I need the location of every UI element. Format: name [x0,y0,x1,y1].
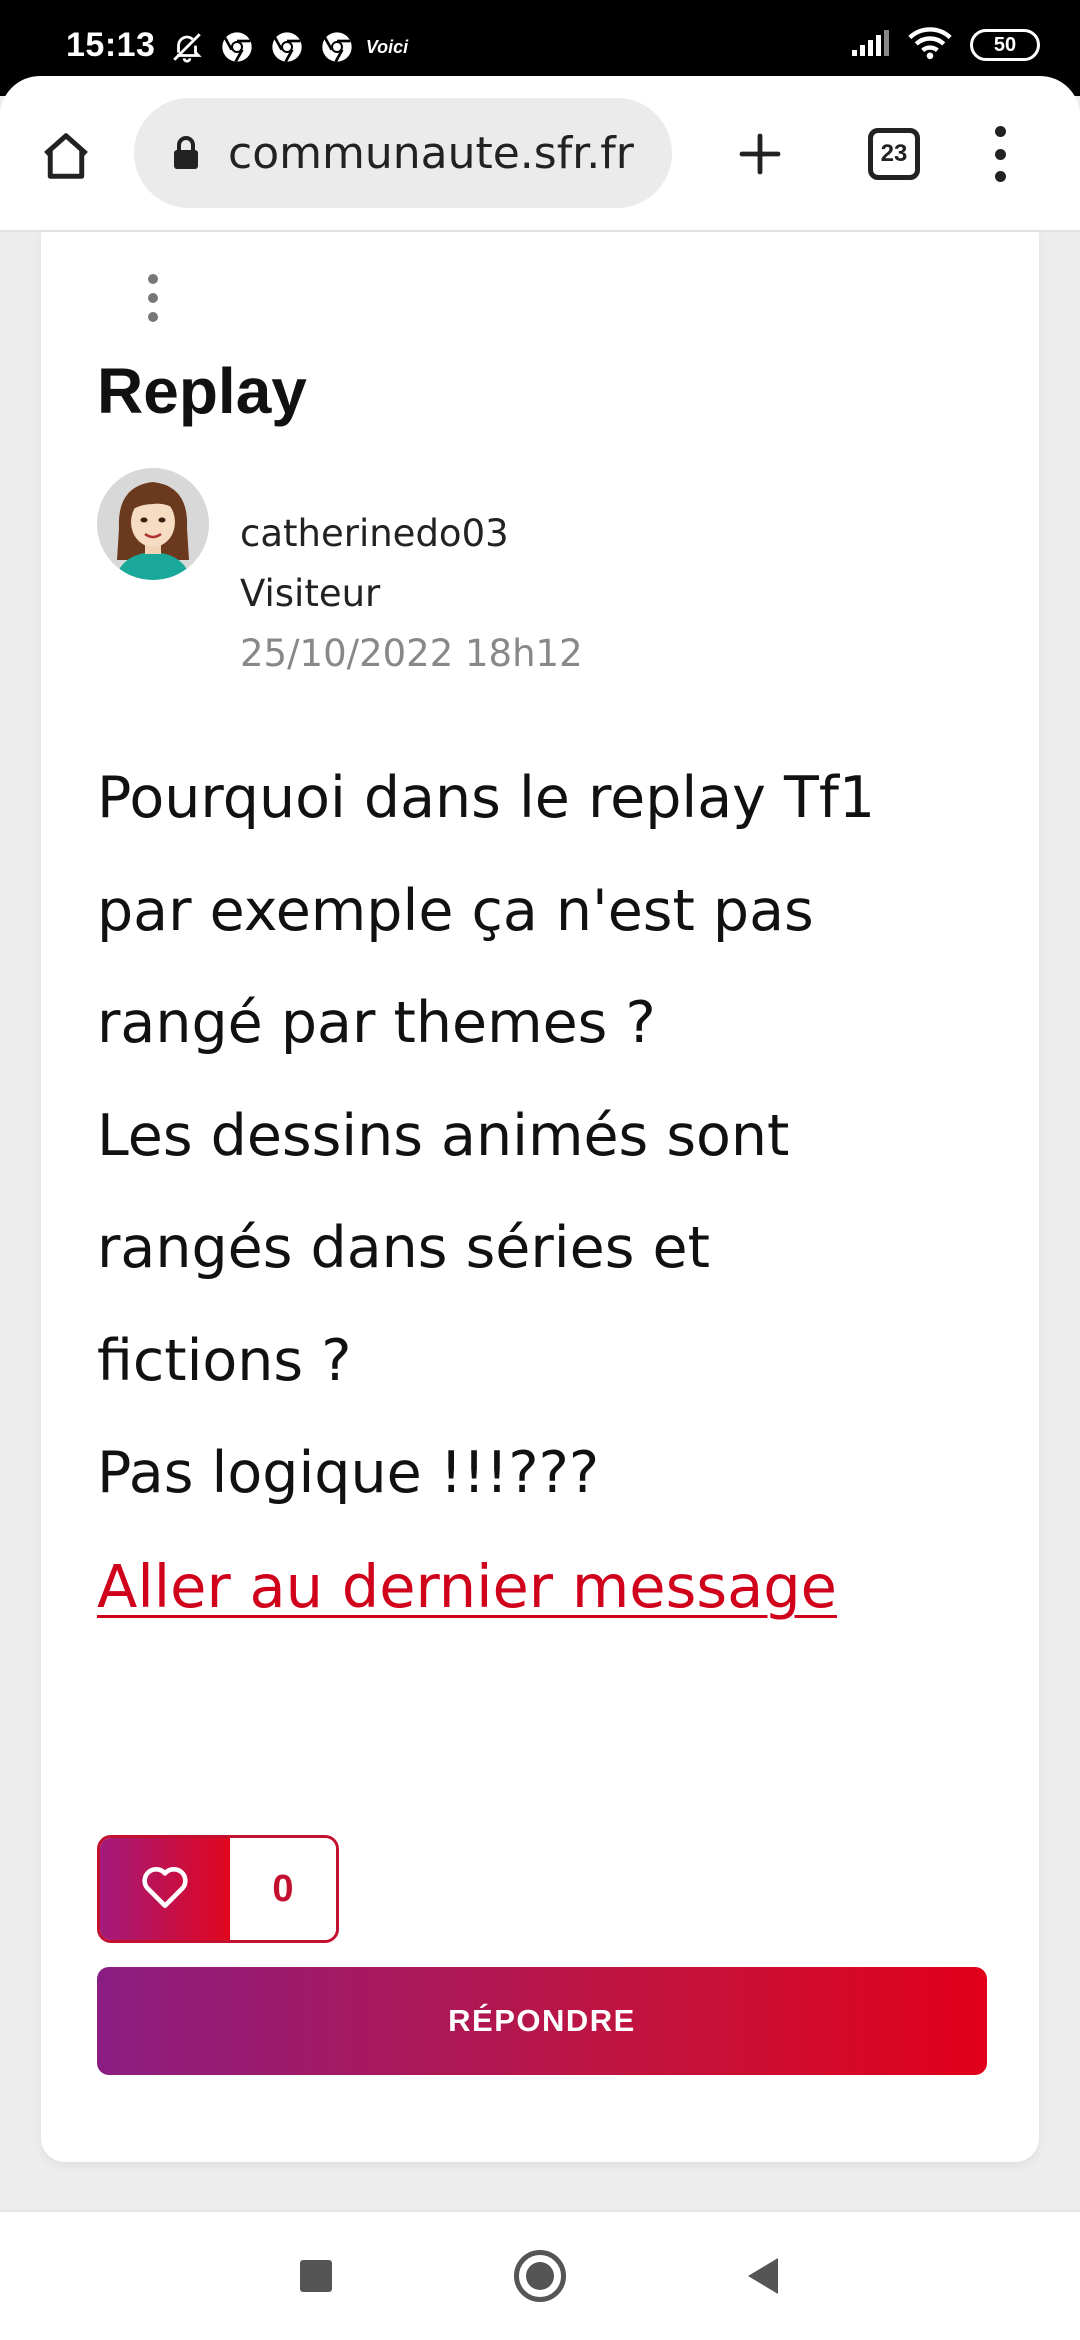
status-system-icons: 50 [850,26,1040,64]
status-notification-icons: Voici [168,28,409,66]
bell-off-icon [168,28,206,66]
avatar[interactable] [97,468,209,580]
post-title: Replay [97,355,307,427]
like-widget: 0 [97,1835,339,1943]
back-icon[interactable] [744,2256,780,2296]
post-body-line: Pas logique !!!??? [97,1440,600,1506]
post-options-icon[interactable] [141,274,165,322]
tab-switcher-button[interactable]: 23 [868,128,920,180]
post-body-line: rangé par themes ? [97,990,656,1056]
wifi-icon [908,26,952,64]
heart-icon [140,1864,190,1914]
post-body-line: Les dessins animés sont [97,1102,790,1169]
recent-apps-icon[interactable] [300,2260,332,2292]
like-button[interactable] [100,1838,230,1940]
new-tab-icon[interactable] [730,124,790,184]
status-time: 15:13 [66,26,156,64]
post-body: Pourquoi dans le replay Tf1 par exemple … [97,742,997,1530]
battery-icon: 50 [970,29,1040,61]
like-count: 0 [230,1838,336,1940]
chrome-icon [268,28,306,66]
post-body-line: par exemple ça n'est pas [97,877,814,944]
home-icon[interactable] [36,126,96,186]
voici-app-icon: Voici [365,36,409,57]
chrome-icon [218,28,256,66]
system-nav-bar [0,2210,1080,2340]
post-body-line: rangés dans séries et [97,1215,710,1281]
reply-button[interactable]: RÉPONDRE [97,1967,987,2075]
last-message-link[interactable]: Aller au dernier message [97,1552,837,1621]
author-name[interactable]: catherinedo03 [240,512,509,555]
post-body-line: Pourquoi dans le replay Tf1 [97,765,876,831]
browser-menu-icon[interactable] [980,122,1020,186]
post-card: Replay catherinedo03 Visiteur 25/10/2022… [41,232,1039,2162]
nav-home-icon[interactable] [514,2250,566,2302]
chrome-icon [318,28,356,66]
post-body-line: fictions ? [97,1327,352,1394]
post-date: 25/10/2022 18h12 [240,632,583,675]
lock-icon [170,135,202,171]
author-rank: Visiteur [240,572,381,615]
browser-toolbar: communaute.sfr.fr 23 [0,76,1080,232]
signal-icon [850,28,890,62]
url-text: communaute.sfr.fr [228,127,634,179]
address-bar[interactable]: communaute.sfr.fr [134,98,672,208]
